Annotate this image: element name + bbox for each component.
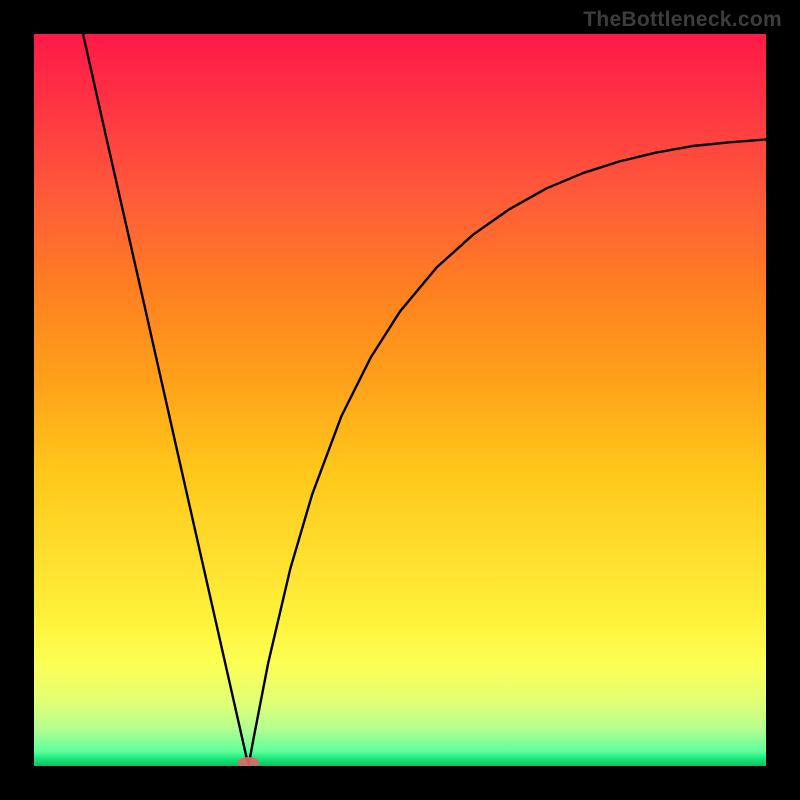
plot-area xyxy=(34,34,766,766)
chart-frame: TheBottleneck.com xyxy=(0,0,800,800)
bottleneck-curve-path xyxy=(83,34,766,766)
curve xyxy=(34,34,766,766)
attribution-text: TheBottleneck.com xyxy=(583,8,782,32)
sweet-spot-marker xyxy=(237,757,259,766)
